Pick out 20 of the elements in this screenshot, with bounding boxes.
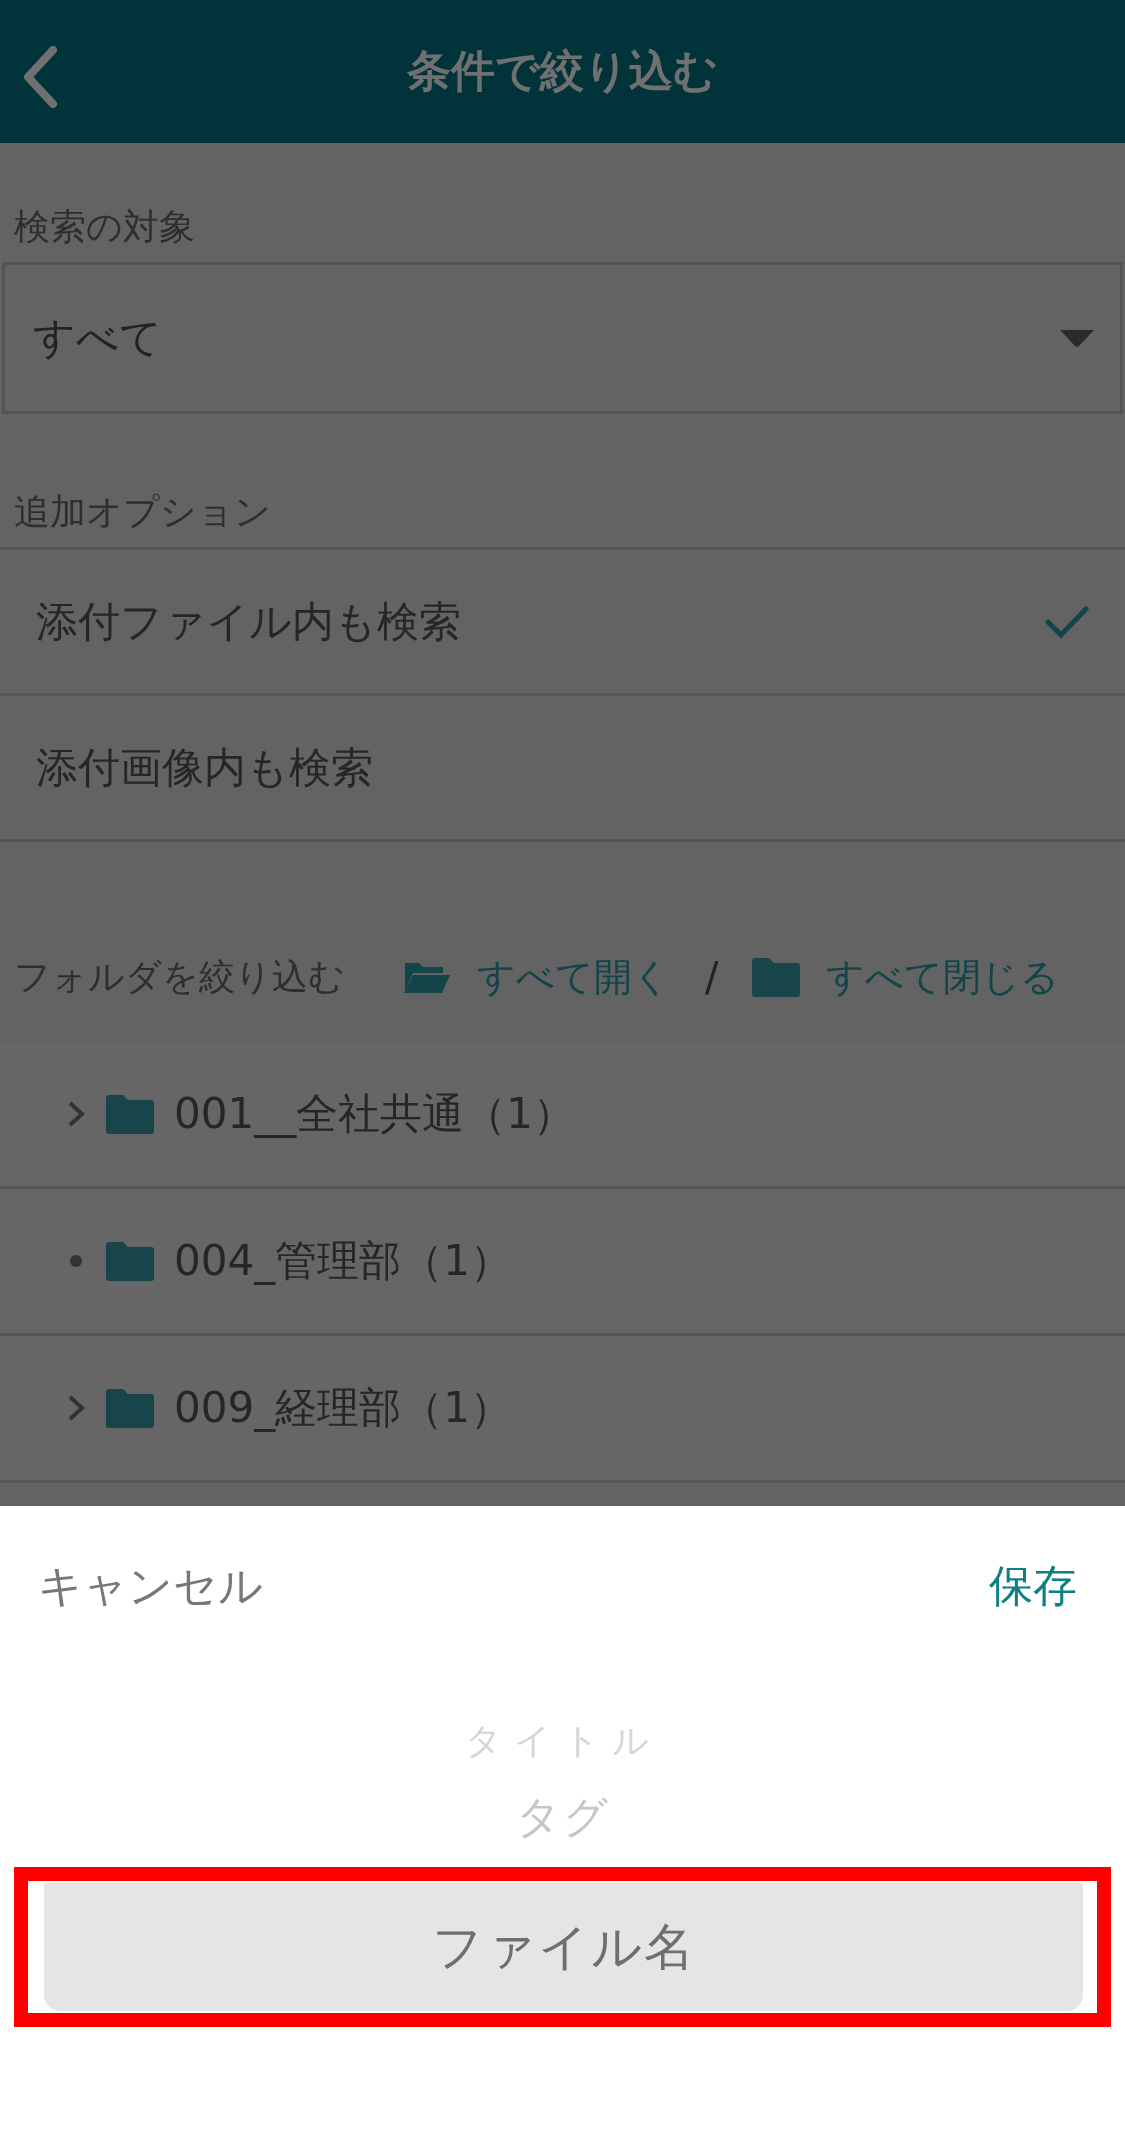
expand-all-link[interactable]: すべて開く — [403, 951, 671, 1003]
picker-option[interactable]: ファイル名 — [44, 1883, 1083, 2011]
separator-text: / — [705, 954, 719, 1000]
picker-option[interactable]: タグ — [515, 1788, 610, 1847]
chevron-right-icon — [66, 1100, 86, 1128]
option-row[interactable]: 添付画像内も検索 — [0, 693, 1125, 839]
folder-icon — [106, 1094, 154, 1134]
option-row[interactable]: 添付ファイル内も検索 — [0, 547, 1125, 693]
folder-icon — [752, 957, 801, 997]
check-icon — [1045, 604, 1089, 639]
chevron-right-icon — [66, 1394, 86, 1422]
screen-title: 条件で絞り込む — [407, 44, 718, 98]
folder-icon — [106, 1388, 154, 1428]
cancel-button[interactable]: キャンセル — [38, 1556, 263, 1616]
caret-icon — [1060, 328, 1094, 348]
save-button[interactable]: 保存 — [989, 1556, 1077, 1616]
folder-icon — [106, 1241, 154, 1281]
search-target-dropdown[interactable]: すべて — [2, 262, 1123, 414]
collapse-all-link[interactable]: すべて閉じる — [752, 951, 1060, 1003]
back-icon[interactable] — [22, 46, 58, 108]
